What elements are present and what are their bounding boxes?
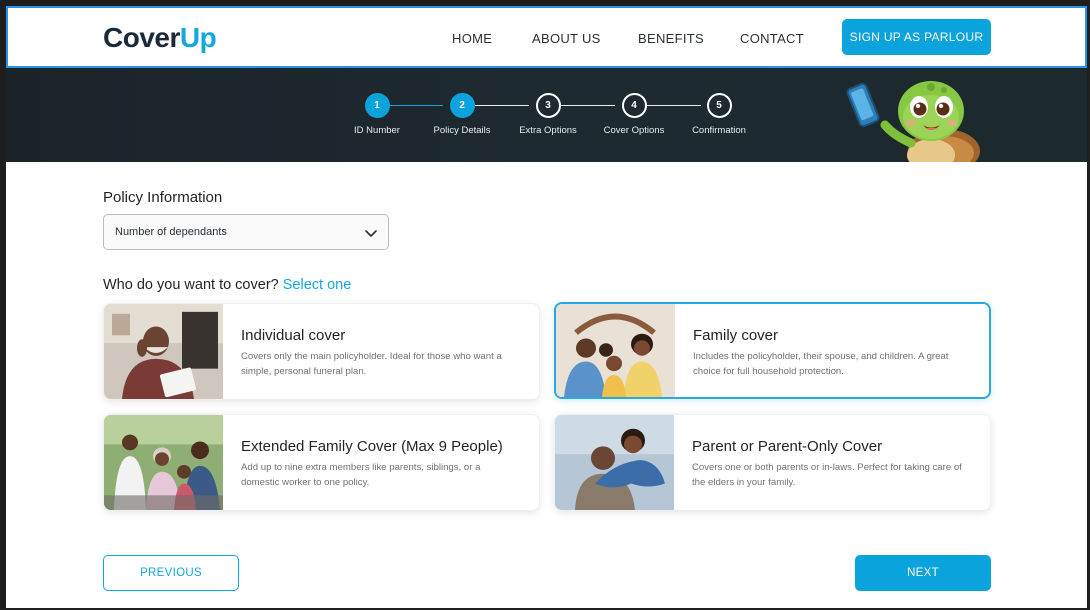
- progress-stepper-banner: 1 ID Number 2 Policy Details 3 Extra Opt…: [6, 68, 1087, 162]
- step-circle: 1: [364, 93, 390, 118]
- step-label: Confirmation: [692, 125, 746, 136]
- step-circle: 4: [621, 93, 647, 118]
- cover-option-description: Covers only the main policyholder. Ideal…: [241, 351, 502, 377]
- cover-question-heading: Who do you want to cover? Select one: [103, 277, 351, 293]
- step-policy-details[interactable]: 2 Policy Details: [417, 93, 507, 136]
- step-label: Cover Options: [603, 125, 665, 136]
- cover-option-individual[interactable]: Individual cover Covers only the main po…: [103, 303, 540, 400]
- step-label: ID Number: [354, 125, 400, 136]
- coverup-logo[interactable]: CoverUp: [103, 22, 217, 54]
- cover-option-title: Individual cover: [241, 327, 346, 344]
- policy-information-heading: Policy Information: [103, 189, 223, 206]
- cover-option-title: Parent or Parent-Only Cover: [692, 438, 883, 455]
- parent-cover-photo: [555, 415, 674, 510]
- sign-up-as-parlour-button[interactable]: SIGN UP AS PARLOUR: [842, 19, 991, 55]
- step-label: Policy Details: [433, 125, 491, 136]
- cover-option-title: Extended Family Cover (Max 9 People): [241, 438, 503, 455]
- dependants-select[interactable]: Number of dependants: [103, 214, 389, 250]
- cover-question-text: Who do you want to cover?: [103, 277, 279, 293]
- cover-option-parent[interactable]: Parent or Parent-Only Cover Covers one o…: [554, 414, 991, 511]
- step-circle: 5: [706, 93, 732, 118]
- step-id-number[interactable]: 1 ID Number: [332, 93, 422, 136]
- individual-cover-photo: [104, 304, 223, 399]
- logo-part-up: Up: [179, 22, 217, 53]
- logo-part-cover: Cover: [103, 22, 180, 53]
- app-frame: CoverUp HOME ABOUT US BENEFITS CONTACT S…: [6, 6, 1087, 608]
- nav-home[interactable]: HOME: [452, 31, 492, 46]
- chevron-down-icon: [365, 230, 377, 237]
- family-cover-photo: [556, 304, 675, 397]
- step-label: Extra Options: [519, 125, 577, 136]
- step-confirmation[interactable]: 5 Confirmation: [674, 93, 764, 136]
- extended-family-cover-photo: [104, 415, 223, 510]
- step-circle: 2: [449, 93, 475, 118]
- cover-option-description: Includes the policyholder, their spouse,…: [693, 351, 949, 377]
- turtle-mascot-illustration: [846, 81, 980, 162]
- step-extra-options[interactable]: 3 Extra Options: [503, 93, 593, 136]
- previous-button[interactable]: PREVIOUS: [103, 555, 239, 591]
- step-cover-options[interactable]: 4 Cover Options: [589, 93, 679, 136]
- top-navbar: CoverUp HOME ABOUT US BENEFITS CONTACT S…: [6, 6, 1087, 68]
- cover-option-extended-family[interactable]: Extended Family Cover (Max 9 People) Add…: [103, 414, 540, 511]
- nav-contact[interactable]: CONTACT: [740, 31, 804, 46]
- select-one-hint: Select one: [282, 277, 352, 293]
- cover-option-description: Covers one or both parents or in-laws. P…: [692, 462, 962, 488]
- cover-option-title: Family cover: [693, 327, 779, 344]
- nav-about-us[interactable]: ABOUT US: [532, 31, 601, 46]
- dependants-select-value: Number of dependants: [115, 226, 227, 238]
- next-button[interactable]: NEXT: [855, 555, 991, 591]
- cover-option-family[interactable]: Family cover Includes the policyholder, …: [554, 302, 991, 399]
- step-circle: 3: [535, 93, 561, 118]
- nav-benefits[interactable]: BENEFITS: [638, 31, 704, 46]
- cover-option-description: Add up to nine extra members like parent…: [241, 462, 481, 488]
